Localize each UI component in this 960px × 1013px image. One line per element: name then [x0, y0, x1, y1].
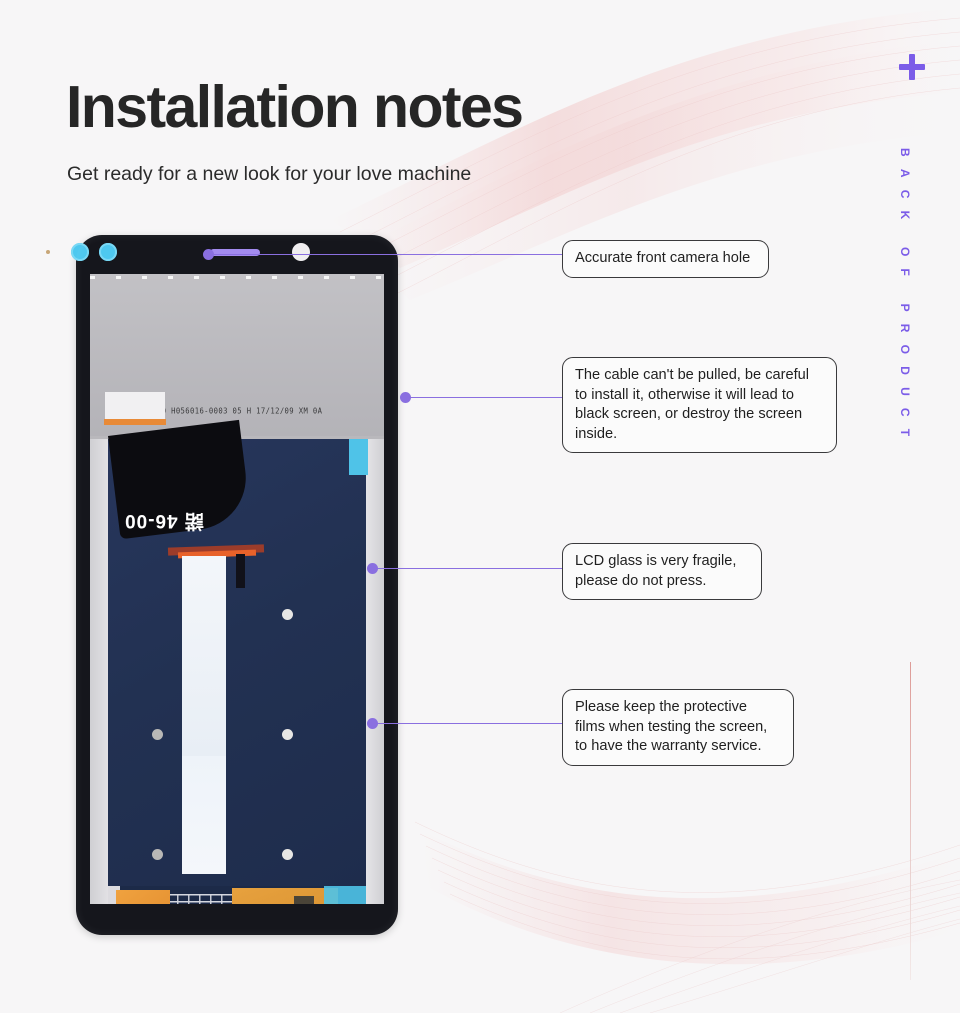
- pcb-orange-right: [232, 888, 338, 904]
- callout-protective-films[interactable]: Please keep the protective films when te…: [562, 689, 794, 766]
- flex-pcb-assembly: [108, 886, 366, 904]
- callout-cable[interactable]: The cable can't be pulled, be careful to…: [562, 357, 837, 453]
- installation-notes-page: Installation notes Get ready for a new l…: [0, 0, 960, 1013]
- leader-line-lcd-glass: [373, 567, 564, 570]
- page-subtitle: Get ready for a new look for your love m…: [67, 163, 472, 185]
- ribbon-tab: [236, 554, 245, 588]
- callout-lcd-glass[interactable]: LCD glass is very fragile, please do not…: [562, 543, 762, 600]
- callout-cable-text: The cable can't be pulled, be careful to…: [575, 367, 810, 442]
- lcd-panel: 904-00 H056016-0003 05 H 17/12/09 XM 0A …: [90, 274, 384, 904]
- adhesive-strip-upper: [182, 556, 226, 756]
- callout-lcd-glass-text: LCD glass is very fragile, please do not…: [575, 553, 737, 589]
- plus-icon: [899, 54, 925, 80]
- ribbon-label-text: 諾 46-00: [124, 510, 204, 531]
- panel-dot: [282, 609, 293, 620]
- panel-dash-marks: [90, 276, 384, 279]
- cyan-tape-bottom-right: [324, 886, 366, 904]
- pcb-orange-left: [116, 890, 170, 904]
- panel-dot: [282, 729, 293, 740]
- printed-label-text: 904-00 H056016-0003 05 H 17/12/09 XM 0A: [138, 405, 323, 416]
- sensor-circle-1: [71, 243, 89, 261]
- pcb-chip: [294, 896, 314, 904]
- sensor-circle-2: [99, 243, 117, 261]
- callout-protective-films-text: Please keep the protective films when te…: [575, 699, 768, 754]
- proximity-sensor-dot: [46, 250, 50, 254]
- panel-edge-left: [90, 439, 108, 904]
- leader-line-protective-films: [373, 722, 565, 725]
- ribbon-pad-orange: [104, 419, 166, 425]
- vertical-rule: [910, 662, 911, 980]
- panel-dot: [282, 849, 293, 860]
- cyan-tape-top-right: [349, 439, 368, 475]
- callout-camera-hole-text: Accurate front camera hole: [575, 250, 751, 266]
- callout-camera-hole[interactable]: Accurate front camera hole: [562, 240, 769, 278]
- page-title: Installation notes: [66, 74, 524, 140]
- ribbon-pad-white: [105, 392, 165, 420]
- panel-dot: [152, 729, 163, 740]
- adhesive-strip-lower: [182, 756, 226, 874]
- panel-dot: [152, 849, 163, 860]
- leader-line-cable: [406, 396, 563, 399]
- back-of-product-label: BACK OF PRODUCT: [898, 148, 912, 449]
- panel-edge-right: [366, 439, 384, 904]
- leader-line-camera-hole: [209, 253, 563, 256]
- front-camera-hole: [292, 243, 310, 261]
